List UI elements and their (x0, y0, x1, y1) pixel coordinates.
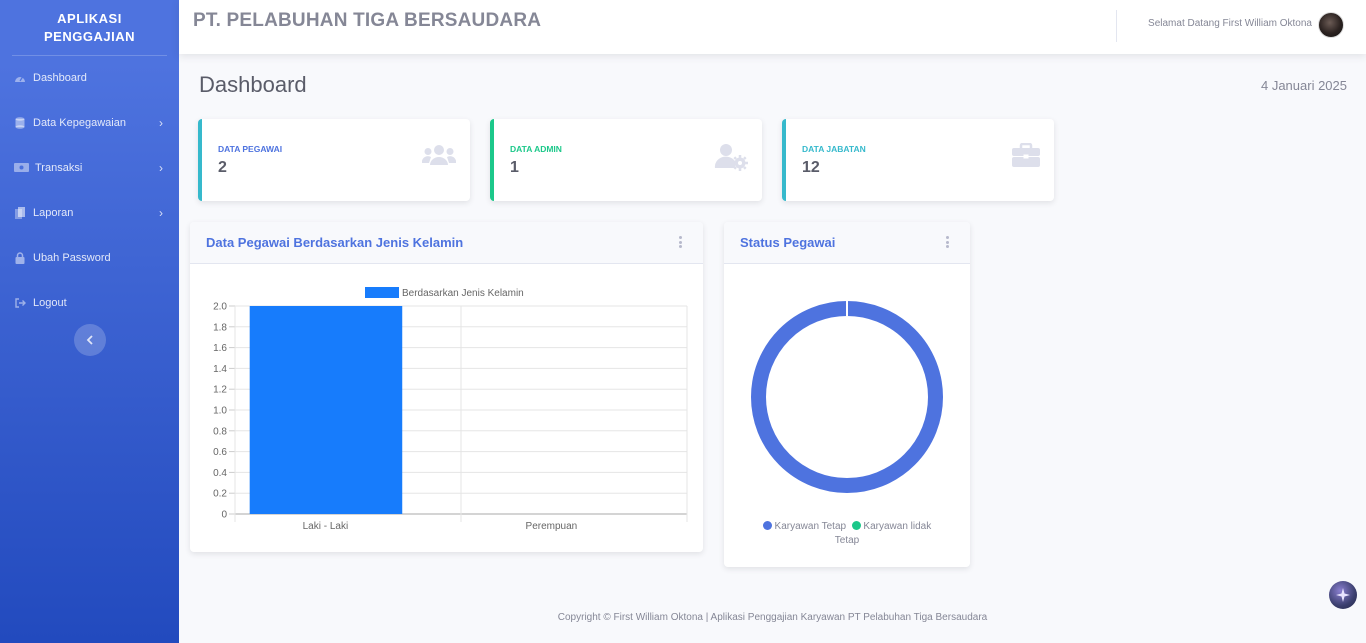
copy-icon (13, 206, 27, 219)
legend-item-karyawan-tetap[interactable]: Karyawan Tetap (762, 521, 847, 532)
database-icon (13, 116, 27, 129)
donut-slice (751, 301, 943, 493)
y-tick-label: 1.0 (213, 406, 227, 417)
bar-chart-panel-title: Data Pegawai Berdasarkan Jenis Kelamin (206, 235, 464, 250)
sidebar-item-label: Dashboard (33, 72, 87, 84)
sidebar-item-label: Transaksi (35, 161, 83, 174)
legend-dot (762, 521, 772, 530)
donut-legend: Karyawan Tetap Karyawan lidak Tetap (724, 520, 970, 548)
y-tick-label: 2.0 (213, 302, 227, 313)
legend-label: Karyawan Tetap (774, 521, 847, 532)
stat-value: 1 (510, 159, 519, 176)
legend-swatch (365, 287, 399, 298)
y-tick-label: 0.6 (213, 447, 227, 458)
stat-value: 12 (802, 159, 820, 176)
y-tick-label: 0.4 (213, 468, 227, 479)
briefcase-icon (1012, 142, 1040, 174)
stat-card-data-jabatan: DATA JABATAN 12 (782, 119, 1054, 201)
donut-chart-panel-header: Status Pegawai (724, 222, 970, 264)
donut-chart (751, 301, 943, 493)
legend-label-continued: Tetap (834, 535, 860, 546)
users-icon (421, 143, 457, 172)
chevron-right-icon: › (159, 205, 163, 220)
sidebar-item-logout[interactable]: Logout (0, 280, 179, 325)
legend-dot (851, 521, 861, 530)
brand-line-2: PENGGAJIAN (44, 28, 135, 44)
legend-label: Berdasarkan Jenis Kelamin (402, 288, 524, 299)
y-tick-label: 0.2 (213, 489, 227, 500)
more-options-icon[interactable] (946, 236, 950, 250)
y-tick-label: 1.8 (213, 322, 227, 333)
x-tick-label: Laki - Laki (303, 521, 349, 532)
x-tick-label: Perempuan (526, 521, 578, 532)
y-tick-label: 1.2 (213, 385, 227, 396)
dashboard-icon (13, 72, 27, 84)
sidebar: APLIKASI PENGGAJIAN Dashboard Data Kepeg… (0, 0, 179, 643)
sidebar-brand[interactable]: APLIKASI PENGGAJIAN (0, 0, 179, 55)
chevron-right-icon: › (159, 115, 163, 130)
company-name: PT. PELABUHAN TIGA BERSAUDARA (193, 10, 542, 31)
legend-item-karyawan-lidak-tetap[interactable]: Karyawan lidak (851, 521, 932, 532)
topbar: PT. PELABUHAN TIGA BERSAUDARA Selamat Da… (179, 0, 1366, 54)
sidebar-item-dashboard[interactable]: Dashboard (0, 56, 179, 100)
topbar-divider (1116, 10, 1117, 42)
welcome-text[interactable]: Selamat Datang First William Oktona (1148, 18, 1312, 29)
user-cog-icon (714, 143, 748, 176)
more-options-icon[interactable] (679, 236, 683, 250)
stat-card-data-admin: DATA ADMIN 1 (490, 119, 762, 201)
sidebar-item-data-kepegawaian[interactable]: Data Kepegawaian › (0, 100, 179, 145)
brand-line-1: APLIKASI (57, 10, 122, 26)
sidebar-item-label: Laporan (33, 206, 74, 219)
bar-chart: Berdasarkan Jenis Kelamin 2.0 1.8 1.6 1.4 1.2… (213, 287, 688, 532)
avatar[interactable] (1318, 12, 1344, 38)
bar-chart-panel: Data Pegawai Berdasarkan Jenis Kelamin B… (190, 222, 703, 552)
donut-chart-panel-title: Status Pegawai (740, 235, 836, 250)
sidebar-item-ubah-password[interactable]: Ubah Password (0, 235, 179, 280)
stat-card-data-pegawai: DATA PEGAWAI 2 (198, 119, 470, 201)
money-icon (13, 162, 29, 174)
bar (249, 306, 403, 514)
stat-label: DATA PEGAWAI (218, 144, 283, 154)
y-tick-label: 1.6 (213, 343, 227, 354)
footer-copyright: Copyright © First William Oktona | Aplik… (557, 612, 988, 623)
stat-label: DATA JABATAN (802, 144, 866, 154)
chevron-left-icon (86, 335, 93, 345)
lock-icon (13, 251, 27, 264)
sidebar-toggle-button[interactable] (74, 324, 106, 356)
chevron-right-icon: › (159, 160, 163, 175)
sidebar-item-label: Data Kepegawaian (33, 116, 126, 129)
legend-label: Karyawan lidak (863, 521, 932, 532)
sidebar-item-laporan[interactable]: Laporan › (0, 190, 179, 235)
stat-value: 2 (218, 159, 227, 176)
bar-chart-panel-header: Data Pegawai Berdasarkan Jenis Kelamin (190, 222, 703, 264)
page-date: 4 Januari 2025 (1260, 78, 1347, 93)
sidebar-item-label: Ubah Password (33, 251, 111, 264)
sign-out-icon (13, 297, 27, 309)
donut-chart-panel: Status Pegawai Karyawan Tetap Karyawan l… (724, 222, 970, 567)
y-tick-label: 0 (221, 510, 227, 521)
sidebar-item-transaksi[interactable]: Transaksi › (0, 145, 179, 190)
assistant-button[interactable] (1329, 581, 1357, 609)
page-title: Dashboard (199, 72, 307, 97)
sparkle-icon (1336, 588, 1350, 602)
y-tick-label: 0.8 (213, 426, 227, 437)
y-tick-label: 1.4 (213, 364, 227, 375)
stat-label: DATA ADMIN (510, 144, 562, 154)
sidebar-item-label: Logout (33, 296, 67, 309)
